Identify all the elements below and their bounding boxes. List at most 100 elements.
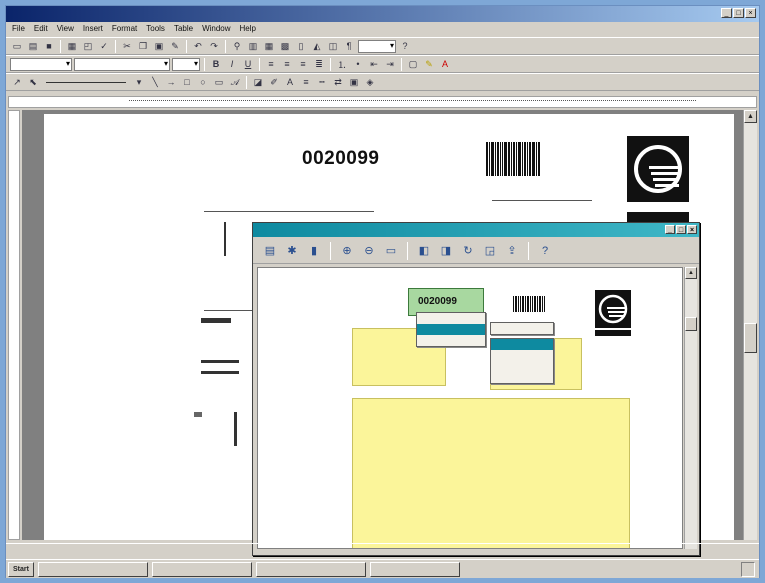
previous-page-icon[interactable]: ◧	[415, 242, 433, 260]
align-center-icon[interactable]: ≡	[280, 58, 294, 71]
context-menu-item[interactable]	[417, 313, 485, 324]
format-painter-icon[interactable]: ✎	[168, 40, 182, 53]
taskbar-item[interactable]	[255, 561, 366, 577]
oval-icon[interactable]: ○	[196, 76, 210, 89]
wordart-icon[interactable]: 𝒜	[228, 76, 242, 89]
scan-icon[interactable]: ✱	[283, 242, 301, 260]
spellcheck-icon[interactable]: ✓	[97, 40, 111, 53]
bullets-icon[interactable]: •	[351, 58, 365, 71]
scroll-up-icon[interactable]: ▲	[744, 110, 757, 123]
save-image-icon[interactable]: ▮	[305, 242, 323, 260]
menu-file[interactable]: File	[12, 24, 25, 34]
hyperlink-icon[interactable]: ⚲	[230, 40, 244, 53]
open-image-icon[interactable]: ▤	[261, 242, 279, 260]
3d-icon[interactable]: ◈	[363, 76, 377, 89]
viewer-canvas[interactable]: 0020099	[257, 267, 683, 549]
document-scrollbar[interactable]: ▲	[743, 110, 757, 540]
minimize-button[interactable]: _	[721, 8, 732, 18]
numbering-icon[interactable]: ⒈	[335, 58, 349, 71]
taskbar-item[interactable]	[369, 561, 460, 577]
context-menu-item-selected[interactable]	[417, 324, 485, 335]
bold-icon[interactable]: B	[209, 58, 223, 71]
decrease-indent-icon[interactable]: ⇤	[367, 58, 381, 71]
zoom-in-icon[interactable]: ⊕	[338, 242, 356, 260]
new-document-icon[interactable]: ▭	[10, 40, 24, 53]
submenu-item-selected[interactable]	[491, 339, 553, 350]
next-page-icon[interactable]: ◨	[437, 242, 455, 260]
vertical-ruler[interactable]	[8, 110, 20, 540]
justify-icon[interactable]: ≣	[312, 58, 326, 71]
menu-edit[interactable]: Edit	[34, 24, 48, 34]
close-button[interactable]: ×	[745, 8, 756, 18]
line-style-preview[interactable]	[46, 81, 126, 83]
tables-borders-icon[interactable]: ▥	[246, 40, 260, 53]
insert-excel-icon[interactable]: ▩	[278, 40, 292, 53]
menu-table[interactable]: Table	[174, 24, 193, 34]
menu-tools[interactable]: Tools	[146, 24, 165, 34]
save-icon[interactable]: ■	[42, 40, 56, 53]
menu-help[interactable]: Help	[240, 24, 256, 34]
open-folder-icon[interactable]: ▤	[26, 40, 40, 53]
align-right-icon[interactable]: ≡	[296, 58, 310, 71]
font-color-icon[interactable]: A	[438, 58, 452, 71]
taskbar-item[interactable]	[151, 561, 252, 577]
help-icon[interactable]: ?	[398, 40, 412, 53]
border-icon[interactable]: ▢	[406, 58, 420, 71]
line-icon[interactable]: ╲	[148, 76, 162, 89]
print-icon[interactable]: ▦	[65, 40, 79, 53]
underline-icon[interactable]: U	[241, 58, 255, 71]
font-select[interactable]	[74, 57, 170, 71]
dash-style-icon[interactable]: ┅	[315, 76, 329, 89]
text-box-icon[interactable]: ▭	[212, 76, 226, 89]
paste-icon[interactable]: ▣	[152, 40, 166, 53]
zoom-out-icon[interactable]: ⊖	[360, 242, 378, 260]
increase-indent-icon[interactable]: ⇥	[383, 58, 397, 71]
viewer-help-icon[interactable]: ?	[536, 242, 554, 260]
draw-menu-icon[interactable]: ↗	[10, 76, 24, 89]
menu-view[interactable]: View	[57, 24, 74, 34]
arrow-icon[interactable]: →	[164, 76, 178, 89]
copy-icon[interactable]: ❐	[136, 40, 150, 53]
viewer-close-button[interactable]: ×	[687, 225, 697, 234]
select-region-icon[interactable]: ◲	[481, 242, 499, 260]
viewer-scroll-thumb[interactable]	[685, 317, 697, 331]
submenu-item[interactable]	[491, 350, 553, 361]
zoom-select[interactable]	[358, 39, 396, 53]
shadow-icon[interactable]: ▣	[347, 76, 361, 89]
line-color-icon[interactable]: ✐	[267, 76, 281, 89]
menu-format[interactable]: Format	[112, 24, 137, 34]
redo-icon[interactable]: ↷	[207, 40, 221, 53]
italic-icon[interactable]: I	[225, 58, 239, 71]
arrow-style-icon[interactable]: ⇄	[331, 76, 345, 89]
document-map-icon[interactable]: ◫	[326, 40, 340, 53]
menu-window[interactable]: Window	[202, 24, 230, 34]
viewer-maximize-button[interactable]: □	[676, 225, 686, 234]
show-hide-icon[interactable]: ¶	[342, 40, 356, 53]
font-color-draw-icon[interactable]: A	[283, 76, 297, 89]
undo-icon[interactable]: ↶	[191, 40, 205, 53]
maximize-button[interactable]: □	[733, 8, 744, 18]
viewer-scrollbar[interactable]: ▲	[684, 267, 697, 549]
highlight-icon[interactable]: ✎	[422, 58, 436, 71]
fit-page-icon[interactable]: ▭	[382, 242, 400, 260]
viewer-minimize-button[interactable]: _	[665, 225, 675, 234]
export-icon[interactable]: ⇪	[503, 242, 521, 260]
select-objects-icon[interactable]: ⬉	[26, 76, 40, 89]
taskbar-item[interactable]	[37, 561, 148, 577]
chevron-down-icon[interactable]: ▾	[132, 76, 146, 89]
scroll-thumb[interactable]	[744, 323, 757, 353]
submenu-item[interactable]	[491, 323, 553, 334]
context-menu-item[interactable]	[417, 335, 485, 346]
start-button[interactable]: Start	[8, 561, 34, 577]
menu-insert[interactable]: Insert	[83, 24, 103, 34]
viewer-scroll-up-icon[interactable]: ▲	[685, 267, 697, 279]
line-style-icon[interactable]: ≡	[299, 76, 313, 89]
columns-icon[interactable]: ▯	[294, 40, 308, 53]
horizontal-ruler[interactable]	[8, 96, 757, 108]
print-preview-icon[interactable]: ◰	[81, 40, 95, 53]
insert-table-icon[interactable]: ▦	[262, 40, 276, 53]
rectangle-icon[interactable]: □	[180, 76, 194, 89]
style-select[interactable]	[10, 57, 72, 71]
align-left-icon[interactable]: ≡	[264, 58, 278, 71]
body-field-zone[interactable]	[352, 398, 630, 548]
